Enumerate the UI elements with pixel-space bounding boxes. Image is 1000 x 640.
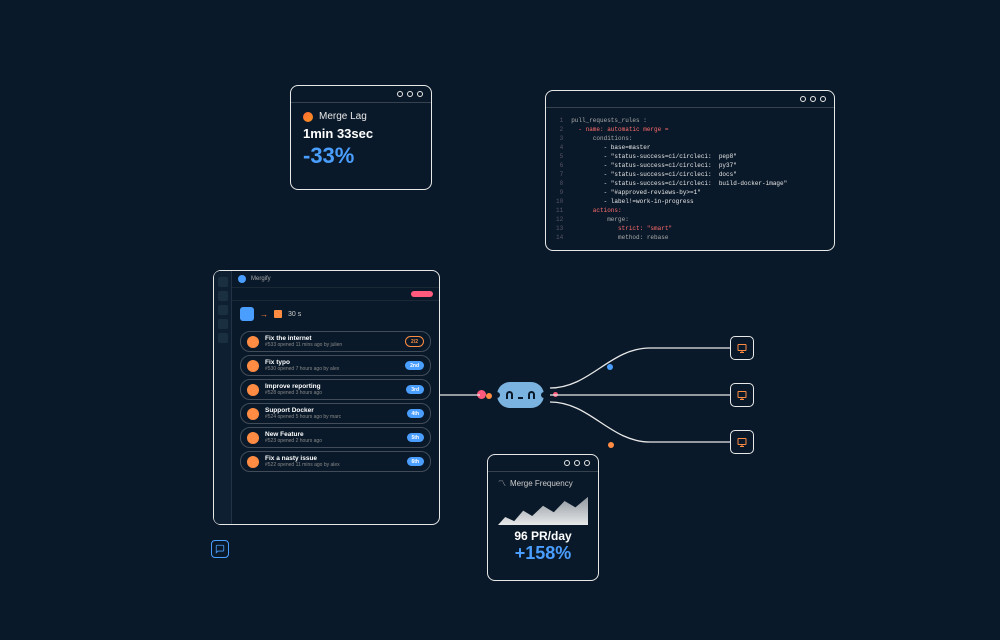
pr-rank-badge: 2nd: [405, 361, 424, 370]
queue-stat: 30 s: [288, 311, 301, 318]
action-button[interactable]: [411, 291, 433, 297]
pr-rank-badge: 5th: [407, 433, 425, 442]
merge-frequency-title: Merge Frequency: [510, 479, 573, 488]
merge-lag-card: Merge Lag 1min 33sec -33%: [290, 85, 432, 190]
pr-title: Improve reporting: [265, 383, 400, 390]
pr-item[interactable]: New Feature#523 opened 2 hours ago 5th: [240, 427, 431, 448]
pr-title: Fix a nasty issue: [265, 455, 401, 462]
nav-icon[interactable]: [218, 305, 228, 315]
pr-list: Fix the internet#533 opened 11 mins ago …: [232, 327, 439, 476]
merge-lag-title: Merge Lag: [319, 111, 367, 122]
destination-icon: [730, 383, 754, 407]
avatar-icon: [247, 432, 259, 444]
merge-frequency-percent: +158%: [498, 543, 588, 564]
merge-queue-card: Mergify → 30 s Fix the internet#533 open…: [213, 270, 440, 525]
area-chart: [498, 493, 588, 525]
window-controls: [488, 455, 598, 472]
config-code-card: 1234567891011121314 pull_requests_rules …: [545, 90, 835, 251]
window-controls: [291, 86, 431, 103]
pr-subtitle: #528 opened 3 hours ago: [265, 390, 400, 396]
pr-item[interactable]: Fix typo#530 opened 7 hours ago by alex 2…: [240, 355, 431, 376]
chart-icon: 〽: [498, 478, 506, 489]
avatar-icon: [247, 408, 259, 420]
sidebar: [214, 271, 232, 524]
nav-icon[interactable]: [218, 333, 228, 343]
pr-subtitle: #522 opened 11 mins ago by alex: [265, 462, 401, 468]
pr-subtitle: #523 opened 2 hours ago: [265, 438, 401, 444]
flag-icon: [274, 310, 282, 318]
merge-frequency-card: 〽 Merge Frequency 96 PR/day +158%: [487, 454, 599, 581]
destination-icon: [730, 430, 754, 454]
pr-rank-badge: 6th: [407, 457, 425, 466]
brand-name: Mergify: [251, 276, 271, 282]
avatar-icon: [247, 336, 259, 348]
pr-item[interactable]: Fix the internet#533 opened 11 mins ago …: [240, 331, 431, 352]
connector-line: [440, 335, 740, 455]
avatar-icon: [247, 456, 259, 468]
line-numbers: 1234567891011121314: [556, 116, 563, 242]
pr-item[interactable]: Fix a nasty issue#522 opened 11 mins ago…: [240, 451, 431, 472]
pr-title: Fix typo: [265, 359, 399, 366]
gauge-icon: [303, 112, 313, 122]
nav-icon[interactable]: [218, 277, 228, 287]
chat-icon[interactable]: [211, 540, 229, 558]
pr-rank-badge: 2/2: [405, 336, 424, 347]
avatar-icon: [247, 360, 259, 372]
pr-title: Support Docker: [265, 407, 401, 414]
pr-item[interactable]: Improve reporting#528 opened 3 hours ago…: [240, 379, 431, 400]
merge-frequency-value: 96 PR/day: [498, 529, 588, 543]
logo-icon: [238, 275, 246, 283]
merge-lag-time: 1min 33sec: [303, 126, 419, 141]
merge-lag-percent: -33%: [303, 143, 419, 169]
pr-title: New Feature: [265, 431, 401, 438]
pr-title: Fix the internet: [265, 335, 399, 342]
arrow-icon: →: [260, 310, 268, 319]
pr-rank-badge: 3rd: [406, 385, 424, 394]
pr-rank-badge: 4th: [407, 409, 425, 418]
queue-badge-icon: [240, 307, 254, 321]
pr-subtitle: #524 opened 5 hours ago by marc: [265, 414, 401, 420]
pr-subtitle: #530 opened 7 hours ago by alex: [265, 366, 399, 372]
nav-icon[interactable]: [218, 291, 228, 301]
pr-item[interactable]: Support Docker#524 opened 5 hours ago by…: [240, 403, 431, 424]
nav-icon[interactable]: [218, 319, 228, 329]
pr-subtitle: #533 opened 11 mins ago by julien: [265, 342, 399, 348]
destination-icon: [730, 336, 754, 360]
avatar-icon: [247, 384, 259, 396]
window-controls: [546, 91, 834, 108]
code-block: pull_requests_rules : - name: automatic …: [571, 116, 787, 242]
